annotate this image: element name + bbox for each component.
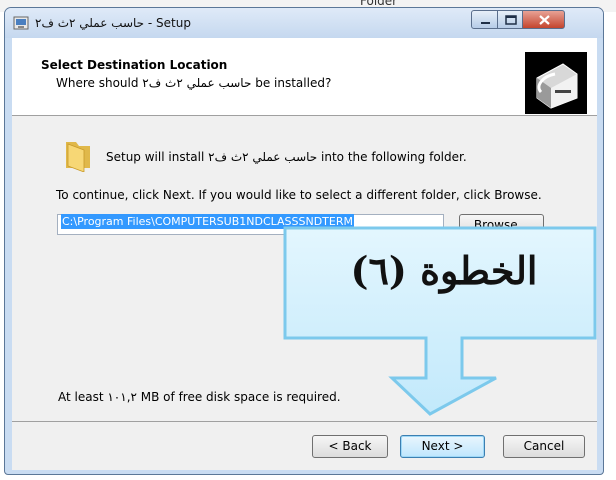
next-button[interactable]: Next > [400,435,485,458]
setup-window: حاسب عملي ٢ث ف٢ - Setup Select Destinati… [4,7,604,475]
setup-app-icon [13,16,29,30]
continue-instructions: To continue, click Next. If you would li… [56,188,542,202]
close-icon [539,15,550,25]
page-title: Select Destination Location [41,58,228,72]
window-title: حاسب عملي ٢ث ف٢ - Setup [35,16,191,30]
minimize-icon [481,22,490,24]
wizard-footer: < Back Next > Cancel [12,421,597,470]
install-intro-text: Setup will install حاسب عملي ٢ث ف٢ into … [106,150,467,164]
folder-icon [66,142,90,172]
destination-path-value: C:\Program Files\COMPUTERSUB1NDCLASSSNDT… [61,214,354,229]
page-subtitle: Where should حاسب عملي ٢ث ف٢ be installe… [56,76,332,90]
maximize-button[interactable] [497,10,523,29]
maximize-icon [505,15,517,25]
browse-button[interactable]: Browse... [459,214,544,237]
disk-space-text: At least ١٠١,٢ MB of free disk space is … [58,390,341,404]
step-callout-text: الخطوة (٦) [350,248,538,293]
wizard-header: Select Destination Location Where should… [12,38,597,116]
close-button[interactable] [522,10,565,29]
back-button[interactable]: < Back [312,435,388,458]
title-bar[interactable]: حاسب عملي ٢ث ف٢ - Setup [5,8,603,38]
destination-path-input[interactable]: C:\Program Files\COMPUTERSUB1NDCLASSSNDT… [57,214,444,235]
cancel-button[interactable]: Cancel [503,435,585,458]
minimize-button[interactable] [471,10,498,29]
setup-computer-icon [525,52,587,114]
